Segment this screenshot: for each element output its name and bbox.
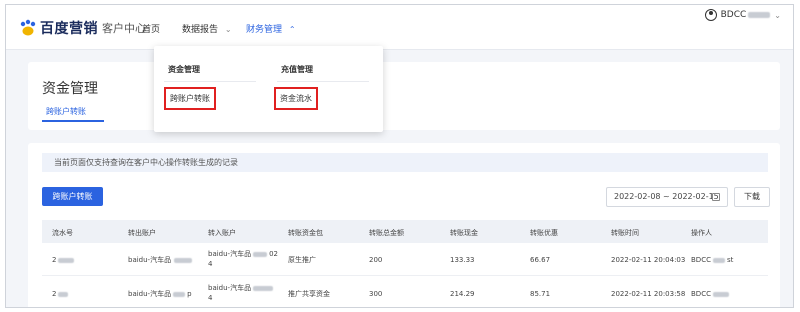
menu-item-cross-account-transfer[interactable]: 跨账户转账 [164, 87, 216, 110]
cell-operator: BDCC [691, 289, 729, 299]
cell-serial: 2 [52, 255, 75, 265]
finance-dropdown-menu: 资金管理 充值管理 跨账户转账 资金流水 [154, 46, 383, 132]
nav-data-report[interactable]: 数据报告 ⌄ [182, 22, 232, 35]
nav-finance[interactable]: 财务管理 ⌃ [246, 22, 296, 35]
cell-operator: BDCC st [691, 256, 734, 264]
cell-time: 2022-02-11 20:03:58 [611, 290, 686, 298]
menu-group-fund-management: 资金管理 [168, 65, 200, 74]
nav-home-label: 首页 [142, 25, 161, 35]
cell-to-account: baidu-汽车品 02 4 [208, 250, 279, 268]
column-header-serial: 流水号 [52, 229, 73, 237]
cell-to-account: baidu-汽车品 4 [208, 283, 274, 303]
cell-from-account: baidu-汽车品 [128, 255, 193, 265]
transfer-records-panel: 当前页面仅支持查询在客户中心操作转账生成的记录 跨账户转账 2022-02-08… [28, 143, 780, 307]
menu-item-fund-flow[interactable]: 资金流水 [274, 87, 318, 110]
date-range-picker[interactable]: 2022-02-08 ~ 2022-02-15 [606, 187, 728, 207]
column-header-from-account: 转出账户 [128, 229, 156, 237]
page-title: 资金管理 [42, 81, 98, 97]
logo[interactable]: 百度营销 客户中心 [18, 18, 146, 38]
cell-fund-package: 原生推广 [288, 256, 316, 264]
column-header-discount: 转账优惠 [530, 229, 558, 237]
table-row: 2 baidu-汽车品 baidu-汽车品 02 4 原生推广 200 133.33… [42, 243, 768, 276]
tab-active-indicator [42, 120, 104, 122]
user-name: BDCC [720, 10, 747, 20]
cell-from-account: baidu-汽车品 p [128, 290, 192, 298]
table-header: 流水号 转出账户 转入账户 转账资金包 转账总金额 转账现金 转账优惠 转账时间… [42, 220, 768, 243]
cross-account-transfer-button[interactable]: 跨账户转账 [42, 187, 103, 206]
chevron-down-icon: ⌄ [224, 25, 232, 34]
date-range-value: 2022-02-08 ~ 2022-02-15 [614, 192, 719, 201]
user-icon [704, 9, 717, 21]
cell-cash: 214.29 [450, 290, 475, 298]
column-header-total-amount: 转账总金额 [369, 229, 404, 237]
baidu-paw-logo-icon [20, 19, 36, 36]
nav-home[interactable]: 首页 [142, 22, 160, 35]
masked-username [748, 12, 771, 18]
column-header-cash: 转账现金 [450, 229, 478, 237]
cell-total-amount: 300 [369, 290, 383, 298]
cell-time: 2022-02-11 20:04:03 [611, 256, 686, 264]
column-header-operator: 操作人 [691, 229, 712, 237]
page-header-panel: 资金管理 跨账户转账 [28, 62, 780, 130]
table-row: 2 baidu-汽车品 p baidu-汽车品 4 推广共享资金 300 214.2… [42, 277, 768, 307]
cell-discount: 85.71 [530, 290, 551, 298]
divider [277, 81, 369, 82]
nav-data-report-label: 数据报告 [182, 25, 219, 35]
user-menu[interactable]: BDCC ⌄ [704, 9, 781, 21]
cell-fund-package: 推广共享资金 [288, 290, 330, 298]
menu-group-recharge-management: 充值管理 [281, 65, 313, 74]
app-window: 百度营销 客户中心 首页 数据报告 ⌄ 财务管理 ⌃ BDCC ⌄ 资金管理 跨… [5, 4, 794, 308]
column-header-time: 转账时间 [611, 229, 639, 237]
cell-discount: 66.67 [530, 256, 551, 264]
cell-cash: 133.33 [450, 256, 475, 264]
divider [164, 81, 256, 82]
cell-total-amount: 200 [369, 256, 383, 264]
logo-subtitle: 客户中心 [102, 22, 146, 35]
calendar-icon [712, 193, 720, 201]
logo-brand-text: 百度营销 [40, 21, 98, 37]
chevron-down-icon: ⌄ [774, 10, 781, 20]
cell-serial: 2 [52, 289, 69, 299]
notice-banner: 当前页面仅支持查询在客户中心操作转账生成的记录 [42, 153, 768, 172]
top-navigation-bar: 百度营销 客户中心 首页 数据报告 ⌄ 财务管理 ⌃ BDCC ⌄ [6, 5, 793, 50]
column-header-to-account: 转入账户 [208, 229, 236, 237]
download-button[interactable]: 下载 [734, 187, 770, 207]
chevron-up-icon: ⌃ [288, 25, 296, 34]
column-header-fund-package: 转账资金包 [288, 229, 323, 237]
nav-finance-label: 财务管理 [246, 25, 283, 35]
tab-cross-account-transfer[interactable]: 跨账户转账 [46, 106, 86, 117]
